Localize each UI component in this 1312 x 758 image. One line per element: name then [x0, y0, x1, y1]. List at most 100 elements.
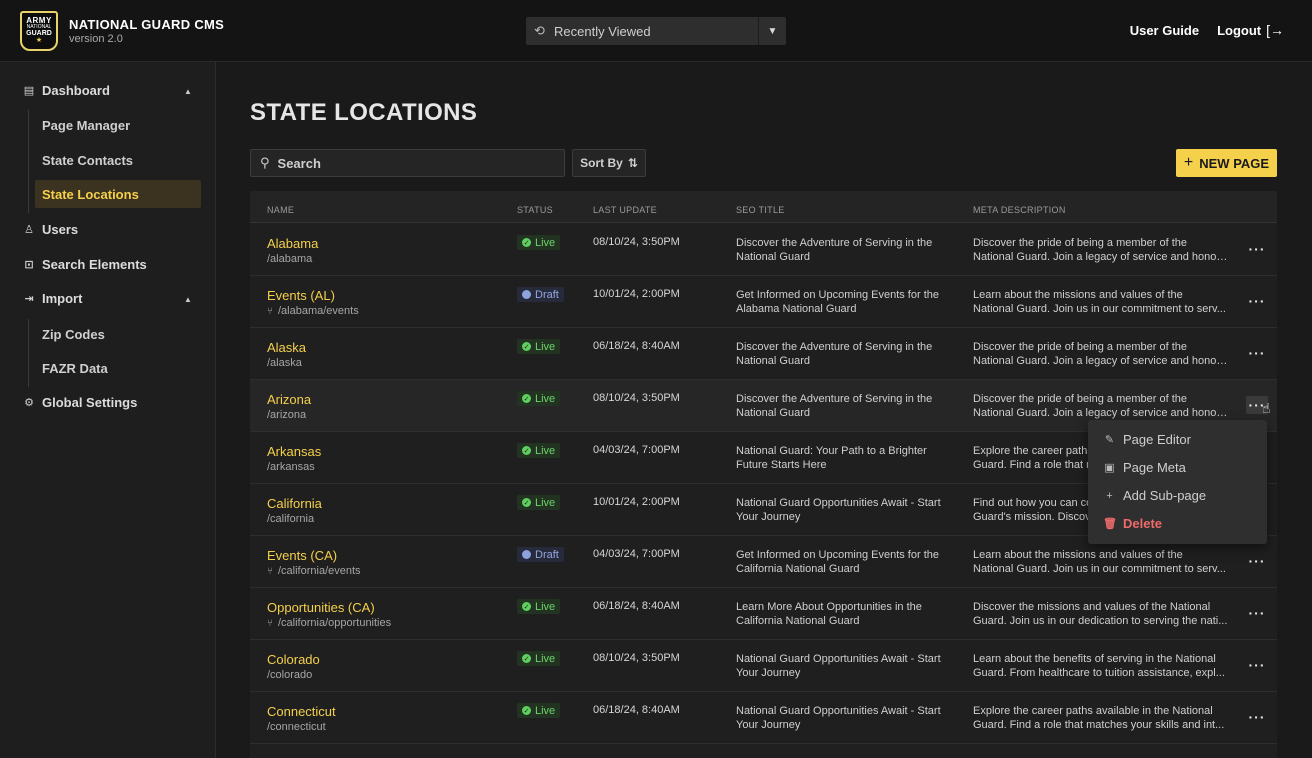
row-name-link[interactable]: Events (AL) [267, 288, 335, 303]
live-check-icon: ✓ [522, 602, 531, 611]
nav-global-settings[interactable]: ⚙ Global Settings [22, 395, 137, 410]
nav-state-locations[interactable]: State Locations [35, 180, 201, 208]
menu-page-editor[interactable]: ✎ Page Editor [1103, 432, 1191, 447]
row-seo-title: Learn More About Opportunities in the Ca… [736, 601, 922, 627]
submenu-line [28, 319, 29, 387]
live-check-icon: ✓ [522, 238, 531, 247]
table-row[interactable]: Opportunities (CA) ⑂/california/opportuni… [250, 588, 1277, 640]
row-name-link[interactable]: Alaska [267, 340, 306, 355]
table-row[interactable]: Alabama/alabama ✓ Live 08/10/24, 3:50PM Disc… [250, 224, 1277, 276]
row-meta-description: Learn about the missions and values of t… [973, 289, 1226, 315]
nav-dashboard[interactable]: ▤ Dashboard [22, 83, 110, 98]
app-title: NATIONAL GUARD CMS [69, 16, 225, 32]
subpage-icon: ⑂ [267, 565, 273, 577]
row-last-update: 08/10/24, 3:50PM [593, 392, 680, 404]
caret-up-icon[interactable]: ▲ [184, 87, 192, 96]
status-badge: ✓ Live [517, 391, 561, 406]
recently-viewed-dropdown[interactable]: ⟲ Recently Viewed ▼ [526, 17, 786, 45]
search-input[interactable] [277, 155, 538, 171]
more-options-icon[interactable]: ··· [1246, 604, 1268, 622]
row-path: ⑂/alabama/events [267, 305, 359, 317]
row-name-link[interactable]: California [267, 496, 322, 511]
status-badge: Draft [517, 287, 564, 302]
user-guide-link[interactable]: User Guide [1130, 23, 1199, 38]
row-seo-title: National Guard Opportunities Await - Sta… [736, 653, 941, 679]
more-options-icon[interactable]: ··· [1246, 552, 1268, 570]
row-meta-description: Discover the pride of being a member of … [973, 393, 1228, 419]
army-national-guard-logo: ARMY NATIONAL GUARD ★ [20, 10, 58, 51]
nav-state-contacts[interactable]: State Contacts [35, 146, 201, 174]
row-last-update: 04/03/24, 7:00PM [593, 548, 680, 560]
menu-delete[interactable]: 🗑 Delete [1103, 516, 1162, 531]
menu-page-meta[interactable]: ▣ Page Meta [1103, 460, 1186, 475]
more-options-icon[interactable]: ··· [1246, 708, 1268, 726]
status-badge: ✓ Live [517, 599, 561, 614]
plus-icon: + [1183, 154, 1194, 171]
live-check-icon: ✓ [522, 654, 531, 663]
more-options-icon[interactable]: ··· [1246, 292, 1268, 310]
nav-zip-codes[interactable]: Zip Codes [35, 320, 201, 348]
row-path: /arizona [267, 409, 307, 421]
row-seo-title: Discover the Adventure of Serving in the… [736, 237, 933, 263]
row-last-update: 08/10/24, 3:50PM [593, 236, 680, 248]
row-name-link[interactable]: Opportunities (CA) [267, 600, 375, 615]
main-content: STATE LOCATIONS ⚲ Sort By ⇅ + NEW PAGE N… [217, 62, 1312, 758]
table-row[interactable]: Events (AL) ⑂/alabama/events Draft 10/01/24… [250, 276, 1277, 328]
gear-icon: ⚙ [24, 397, 34, 409]
row-name-link[interactable]: Events (CA) [267, 548, 337, 563]
live-check-icon: ✓ [522, 498, 531, 507]
row-last-update: 10/01/24, 2:00PM [593, 496, 680, 508]
row-last-update: 10/01/24, 2:00PM [593, 288, 680, 300]
row-name-link[interactable]: Alabama [267, 236, 318, 251]
row-seo-title: Get Informed on Upcoming Events for the … [736, 549, 939, 575]
search-box[interactable]: ⚲ [250, 149, 565, 177]
live-check-icon: ✓ [522, 446, 531, 455]
sort-by-button[interactable]: Sort By ⇅ [572, 149, 646, 177]
live-check-icon: ✓ [522, 342, 531, 351]
page-meta-icon: ▣ [1104, 462, 1115, 474]
row-seo-title: National Guard Opportunities Await - Sta… [736, 705, 941, 731]
nav-search-elements[interactable]: ⊡ Search Elements [22, 257, 146, 272]
status-badge: ✓ Live [517, 339, 561, 354]
caret-down-icon[interactable]: ▼ [758, 17, 786, 45]
brand[interactable]: ARMY NATIONAL GUARD ★ NATIONAL GUARD CMS… [20, 10, 225, 51]
row-context-menu: ✎ Page Editor ▣ Page Meta + Add Sub-page… [1088, 420, 1267, 544]
logout-link[interactable]: Logout [1217, 23, 1261, 38]
status-badge: Draft [517, 547, 564, 562]
logout-icon[interactable]: [→ [1266, 22, 1284, 38]
status-badge: ✓ Live [517, 651, 561, 666]
row-path: /colorado [267, 669, 313, 681]
more-options-icon[interactable]: ··· [1246, 656, 1268, 674]
row-meta-description: Learn about the missions and values of t… [973, 549, 1226, 575]
table-row[interactable]: Colorado/colorado ✓ Live 08/10/24, 3:50PM Na… [250, 640, 1277, 692]
row-seo-title: Discover the Adventure of Serving in the… [736, 393, 933, 419]
live-check-icon: ✓ [522, 394, 531, 403]
col-seo-title[interactable]: SEO TITLE [736, 205, 785, 215]
col-name[interactable]: NAME [267, 205, 294, 215]
table-row[interactable]: Alaska/alaska ✓ Live 06/18/24, 8:40AM Discov… [250, 328, 1277, 380]
nav-import[interactable]: ⇥ Import [22, 291, 82, 306]
row-name-link[interactable]: Colorado [267, 652, 320, 667]
row-name-link[interactable]: Arizona [267, 392, 311, 407]
col-status[interactable]: STATUS [517, 205, 553, 215]
row-last-update: 06/18/24, 8:40AM [593, 704, 680, 716]
nav-users[interactable]: ♙ Users [22, 222, 78, 237]
row-meta-description: Discover the pride of being a member of … [973, 237, 1228, 263]
status-badge: ✓ Live [517, 495, 561, 510]
col-last-update[interactable]: LAST UPDATE [593, 205, 657, 215]
menu-add-subpage[interactable]: + Add Sub-page [1103, 488, 1206, 503]
draft-dot-icon [522, 290, 531, 299]
more-options-icon[interactable]: ··· [1246, 344, 1268, 362]
row-name-link[interactable]: Arkansas [267, 444, 321, 459]
table-row[interactable]: Connecticut/connecticut ✓ Live 06/18/24, 8:… [250, 692, 1277, 744]
page-title: STATE LOCATIONS [250, 99, 478, 126]
recently-viewed-label: Recently Viewed [554, 23, 651, 39]
nav-fazr-data[interactable]: FAZR Data [35, 354, 201, 382]
row-name-link[interactable]: Connecticut [267, 704, 336, 719]
caret-up-icon[interactable]: ▲ [184, 295, 192, 304]
row-meta-description: Explore the career paths available in th… [973, 705, 1225, 731]
more-options-icon[interactable]: ··· [1246, 240, 1268, 258]
nav-page-manager[interactable]: Page Manager [35, 111, 201, 139]
col-meta-description[interactable]: META DESCRIPTION [973, 205, 1066, 215]
new-page-button[interactable]: + NEW PAGE [1176, 149, 1277, 177]
